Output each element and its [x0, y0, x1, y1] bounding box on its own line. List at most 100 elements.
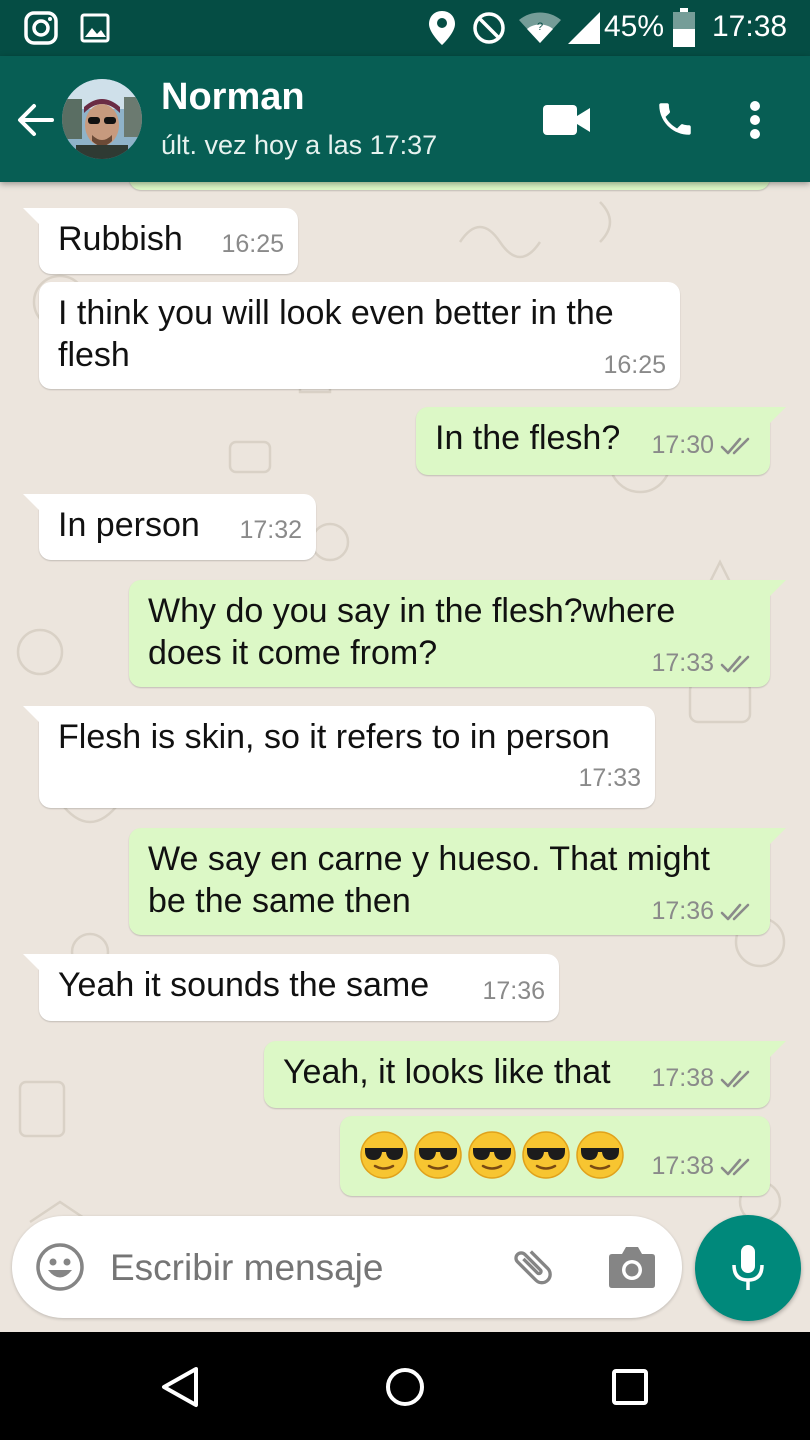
- system-nav-bar: [0, 1332, 810, 1440]
- timestamp-text: 17:36: [651, 897, 714, 925]
- gallery-icon: [80, 13, 110, 43]
- bubble-tail: [764, 828, 786, 850]
- sunglasses-emoji: [414, 1131, 462, 1179]
- timestamp-text: 17:36: [482, 977, 545, 1005]
- message-timestamp: 17:32: [239, 516, 302, 544]
- sunglasses-emoji: [468, 1131, 516, 1179]
- message-text-line: be the same then: [148, 882, 411, 920]
- message-timestamp: 17:38: [651, 1064, 754, 1092]
- last-seen: últ. vez hoy a las 17:37: [161, 130, 438, 160]
- message-text-line: does it come from?: [148, 634, 438, 672]
- bubble-tail: [764, 1041, 786, 1063]
- outgoing-message-bubble[interactable]: Why do you say in the flesh?where does it…: [129, 580, 786, 687]
- timestamp-text: 17:30: [651, 431, 714, 459]
- message-text-line: Yeah it sounds the same: [58, 966, 430, 1004]
- wifi-icon: ?: [519, 12, 561, 43]
- message-timestamp: 17:36: [651, 897, 754, 925]
- location-icon: [429, 11, 455, 45]
- recents-square-icon[interactable]: [612, 1369, 648, 1405]
- phone-icon[interactable]: [654, 98, 696, 140]
- bubble-tail: [23, 706, 45, 728]
- video-call-icon[interactable]: [543, 105, 591, 135]
- sunglasses-emoji: [522, 1131, 570, 1179]
- timestamp-text: 17:38: [651, 1064, 714, 1092]
- timestamp-text: 16:25: [221, 230, 284, 258]
- message-timestamp: 17:30: [651, 431, 754, 459]
- incoming-message-bubble[interactable]: In person 17:32: [23, 494, 316, 560]
- timestamp-text: 17:38: [651, 1152, 714, 1180]
- message-text: We say en carne y hueso. That might be th…: [148, 838, 710, 922]
- timestamp-text: 17:33: [578, 764, 641, 792]
- message-input[interactable]: [108, 1240, 492, 1296]
- contact-name[interactable]: Norman: [161, 76, 305, 119]
- message-text: Flesh is skin, so it refers to in person: [58, 716, 610, 758]
- chat-area[interactable]: Rubbish 16:25 I think you will look even b…: [0, 182, 810, 1332]
- status-bar: ? 45% 17:38: [0, 0, 810, 56]
- read-ticks-icon: [720, 1071, 750, 1088]
- bubble-tail: [764, 580, 786, 602]
- partial-message-bubble: [129, 182, 770, 190]
- bubble-tail: [764, 407, 786, 429]
- message-text: Yeah it sounds the same: [58, 964, 429, 1006]
- incoming-message-bubble[interactable]: Rubbish 16:25: [23, 208, 298, 274]
- message-text: In the flesh?: [435, 417, 620, 459]
- message-timestamp: 17:33: [651, 649, 754, 677]
- read-ticks-icon: [720, 904, 750, 921]
- message-text: I think you will look even better in the…: [58, 292, 614, 376]
- timestamp-text: 16:25: [603, 351, 666, 379]
- message-timestamp: 17:38: [651, 1152, 754, 1180]
- message-composer: [12, 1216, 682, 1318]
- sunglasses-emoji: [360, 1131, 408, 1179]
- read-ticks-icon: [720, 656, 750, 673]
- message-text-line: We say en carne y hueso. That might: [148, 840, 710, 878]
- battery-icon: [673, 8, 695, 47]
- clock: 17:38: [712, 10, 788, 43]
- message-text-line: Yeah, it looks like that: [283, 1053, 611, 1091]
- message-text-line: flesh: [58, 336, 130, 374]
- home-circle-icon[interactable]: [385, 1367, 425, 1407]
- timestamp-text: 17:33: [651, 649, 714, 677]
- emoji-row: [359, 1130, 629, 1180]
- message-text-line: Flesh is skin, so it refers to in person: [58, 718, 610, 756]
- outgoing-message-bubble[interactable]: In the flesh? 17:30: [416, 407, 786, 475]
- bubble-tail: [23, 494, 45, 516]
- attach-icon[interactable]: [508, 1242, 558, 1292]
- message-timestamp: 17:36: [482, 977, 545, 1005]
- message-timestamp: 17:33: [578, 764, 641, 792]
- do-not-disturb-icon: [473, 12, 505, 44]
- chat-header: Norman últ. vez hoy a las 17:37: [0, 56, 810, 182]
- svg-text:?: ?: [537, 21, 543, 33]
- battery-percent: 45%: [604, 10, 665, 43]
- message-text: In person: [58, 504, 200, 546]
- back-arrow-icon[interactable]: [16, 100, 56, 140]
- avatar[interactable]: [62, 79, 142, 159]
- emoji-icon[interactable]: [36, 1243, 84, 1291]
- outgoing-message-bubble[interactable]: We say en carne y hueso. That might be th…: [129, 828, 786, 935]
- bubble-tail: [23, 208, 45, 230]
- bubble-tail: [23, 954, 45, 976]
- message-text-line: Rubbish: [58, 220, 183, 258]
- message-text: Yeah, it looks like that: [283, 1051, 611, 1093]
- message-timestamp: 16:25: [221, 230, 284, 258]
- mic-icon: [732, 1245, 764, 1290]
- incoming-message-bubble[interactable]: Yeah it sounds the same 17:36: [23, 954, 559, 1021]
- message-text: Why do you say in the flesh?where does it…: [148, 590, 675, 674]
- back-triangle-icon[interactable]: [160, 1366, 200, 1408]
- incoming-message-bubble[interactable]: Flesh is skin, so it refers to in person…: [23, 706, 655, 808]
- message-text-line: Why do you say in the flesh?where: [148, 592, 676, 630]
- sunglasses-emoji: [576, 1131, 624, 1179]
- outgoing-message-bubble[interactable]: Yeah, it looks like that 17:38: [264, 1041, 786, 1108]
- message-text-line: In person: [58, 506, 200, 544]
- more-vert-icon[interactable]: [748, 100, 762, 140]
- message-text: Rubbish: [58, 218, 183, 260]
- instagram-icon: [24, 11, 58, 45]
- outgoing-message-bubble[interactable]: 17:38: [340, 1116, 770, 1196]
- message-text-line: In the flesh?: [435, 419, 621, 457]
- message-text-line: I think you will look even better in the: [58, 294, 614, 332]
- incoming-message-bubble[interactable]: I think you will look even better in the…: [39, 282, 680, 389]
- message-timestamp: 16:25: [603, 351, 666, 379]
- mic-button[interactable]: [695, 1215, 801, 1321]
- timestamp-text: 17:32: [239, 516, 302, 544]
- read-ticks-icon: [720, 1159, 750, 1176]
- camera-icon[interactable]: [608, 1244, 656, 1290]
